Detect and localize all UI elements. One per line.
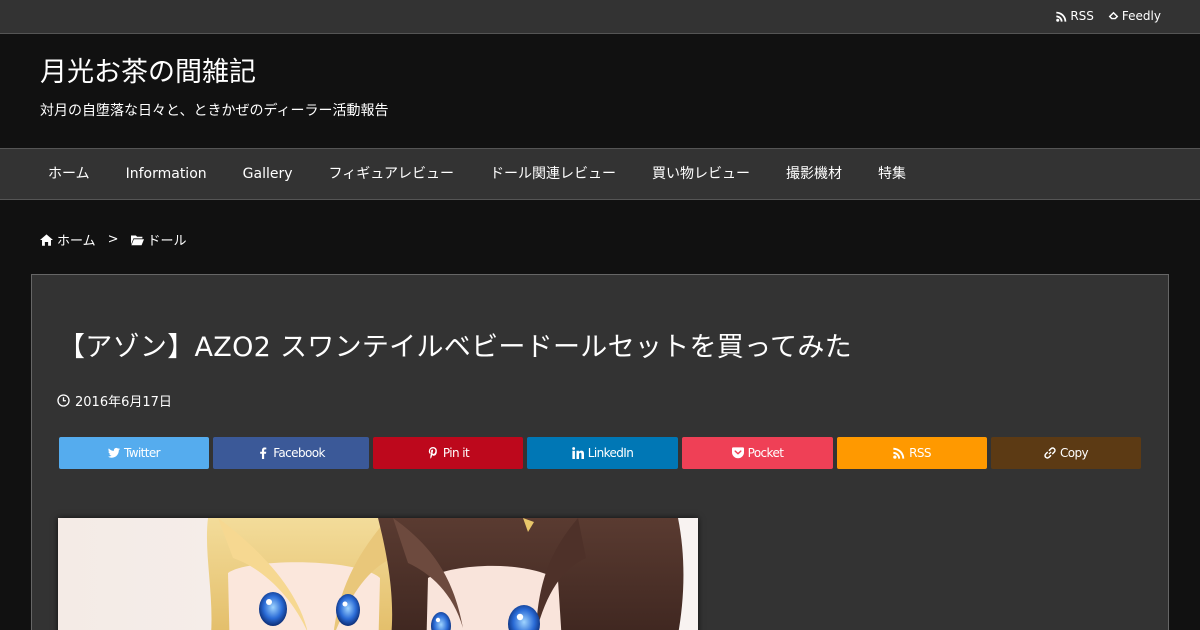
share-pinterest-button[interactable]: Pin it xyxy=(373,437,523,469)
rss-link[interactable]: RSS xyxy=(1056,9,1094,23)
nav-item-information[interactable]: Information xyxy=(108,149,225,199)
rss-link-label: RSS xyxy=(1070,9,1094,23)
share-rss-button[interactable]: RSS xyxy=(837,437,987,469)
post-date: 2016年6月17日 xyxy=(57,391,172,410)
nav-item-gallery[interactable]: Gallery xyxy=(225,149,311,199)
rss-icon xyxy=(893,447,905,459)
site-description: 対月の自堕落な日々と、ときかぜのディーラー活動報告 xyxy=(40,103,389,119)
share-facebook-label: Facebook xyxy=(273,446,325,460)
feed-links: RSS Feedly xyxy=(1056,9,1161,23)
twitter-icon xyxy=(107,447,120,458)
link-icon xyxy=(1044,447,1056,459)
share-pinterest-label: Pin it xyxy=(442,446,470,460)
breadcrumb: ホーム > ドール xyxy=(40,230,187,249)
nav-item-doll-review[interactable]: ドール関連レビュー xyxy=(472,149,634,199)
pinterest-icon xyxy=(428,447,437,459)
breadcrumb-home[interactable]: ホーム xyxy=(40,230,96,249)
rss-icon xyxy=(1056,11,1067,22)
share-facebook-button[interactable]: Facebook xyxy=(213,437,369,469)
share-copy-button[interactable]: Copy xyxy=(991,437,1141,469)
facebook-icon xyxy=(260,447,267,459)
nav-item-shopping-review[interactable]: 買い物レビュー xyxy=(634,149,768,199)
doll-photo xyxy=(58,518,698,630)
breadcrumb-separator: > xyxy=(107,232,119,247)
feedly-link[interactable]: Feedly xyxy=(1108,9,1161,23)
breadcrumb-category-label: ドール xyxy=(147,234,187,249)
share-linkedin-button[interactable]: LinkedIn xyxy=(527,437,678,469)
share-pocket-label: Pocket xyxy=(747,446,784,460)
home-icon xyxy=(40,233,53,246)
pocket-icon xyxy=(731,447,744,459)
share-rss-label: RSS xyxy=(909,446,931,460)
share-copy-label: Copy xyxy=(1059,446,1089,460)
nav-item-home[interactable]: ホーム xyxy=(30,149,108,199)
share-twitter-button[interactable]: Twitter xyxy=(59,437,209,469)
post-date-value: 2016年6月17日 xyxy=(75,395,172,410)
folder-open-icon xyxy=(130,235,144,245)
share-buttons: Twitter Facebook Pin it LinkedIn Pocket … xyxy=(59,437,1141,469)
top-bar: RSS Feedly xyxy=(0,0,1200,34)
article-card: 【アゾン】AZO2 スワンテイルベビードールセットを買ってみた 2016年6月1… xyxy=(31,274,1169,630)
nav-item-features[interactable]: 特集 xyxy=(860,149,924,199)
share-pocket-button[interactable]: Pocket xyxy=(682,437,833,469)
breadcrumb-home-label: ホーム xyxy=(57,234,96,249)
feedly-icon xyxy=(1108,11,1119,19)
linkedin-icon xyxy=(571,447,584,459)
share-linkedin-label: LinkedIn xyxy=(587,446,634,460)
nav-item-figure-review[interactable]: フィギュアレビュー xyxy=(311,149,472,199)
featured-image[interactable] xyxy=(58,518,698,630)
breadcrumb-category[interactable]: ドール xyxy=(130,230,187,249)
feedly-link-label: Feedly xyxy=(1121,9,1161,23)
main-navigation: ホーム Information Gallery フィギュアレビュー ドール関連レ… xyxy=(0,148,1200,200)
nav-item-camera-gear[interactable]: 撮影機材 xyxy=(768,149,860,199)
share-twitter-label: Twitter xyxy=(123,446,161,460)
clock-icon xyxy=(57,394,70,407)
site-title[interactable]: 月光お茶の間雑記 xyxy=(40,50,256,89)
article-title: 【アゾン】AZO2 スワンテイルベビードールセットを買ってみた xyxy=(58,332,852,363)
